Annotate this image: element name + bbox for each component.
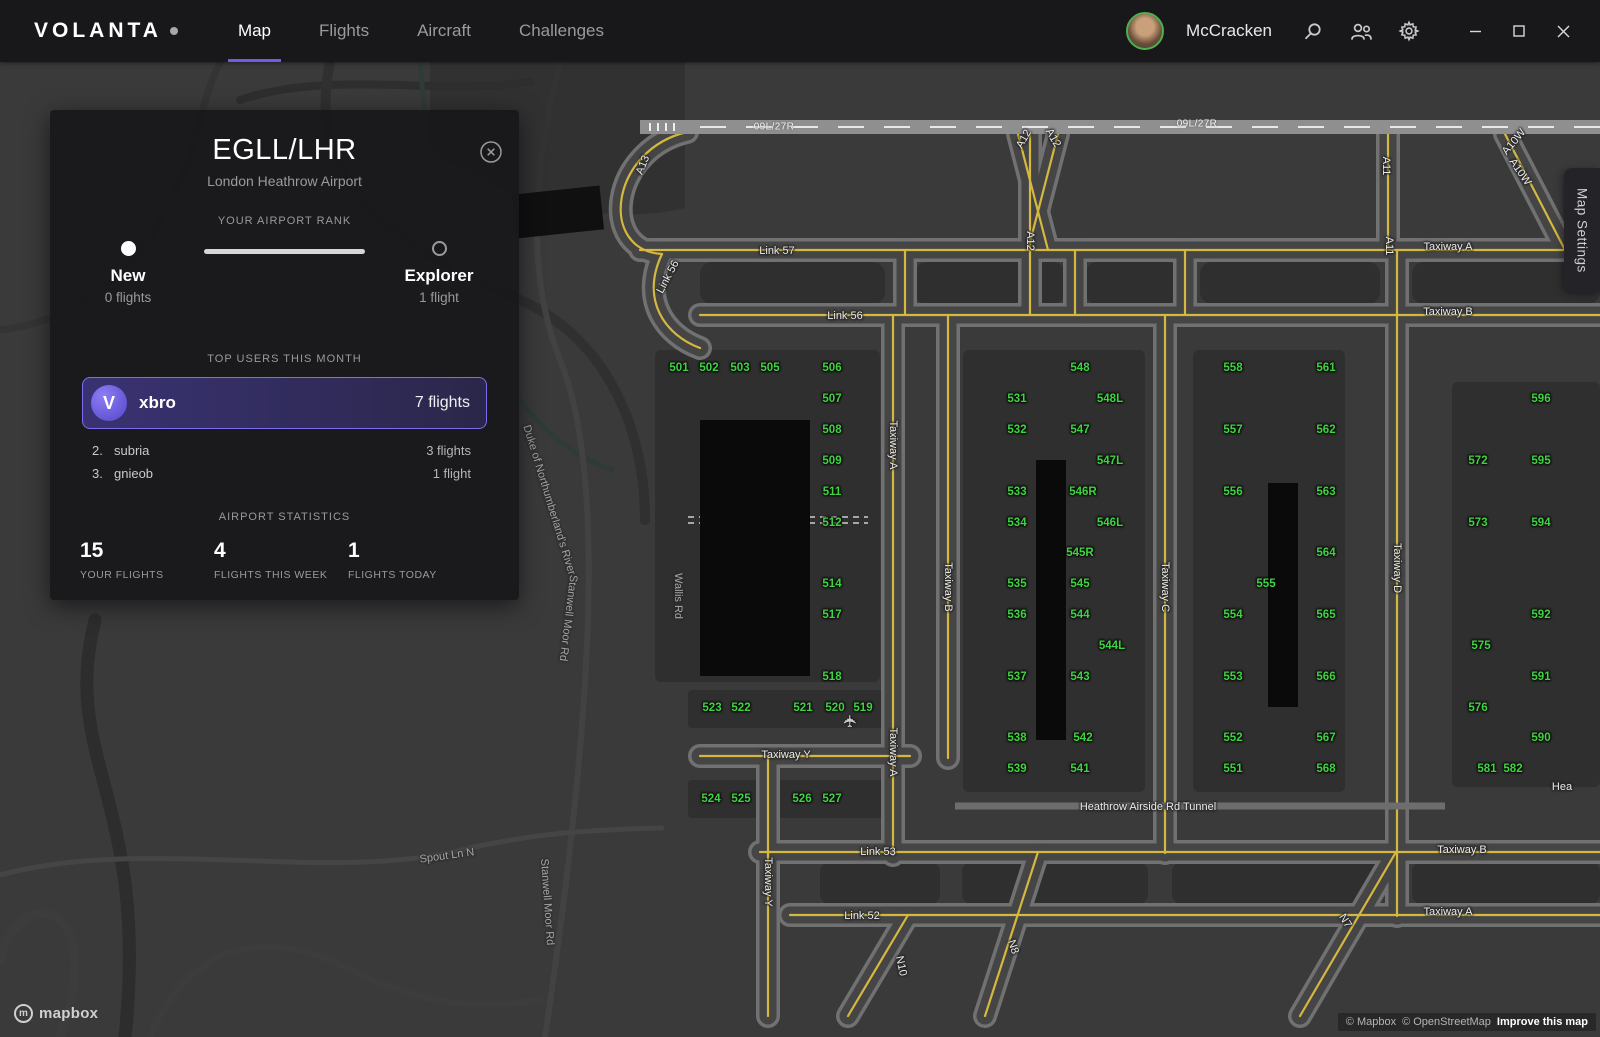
stats-title: AIRPORT STATISTICS xyxy=(50,511,519,523)
airport-full-name: London Heathrow Airport xyxy=(50,173,519,189)
airport-stats: 15 YOUR FLIGHTS4 FLIGHTS THIS WEEK1 FLIGHTS… xyxy=(80,539,519,581)
mapbox-icon: m xyxy=(14,1004,33,1023)
rank-current-label: New xyxy=(111,266,146,286)
user-flights: 1 flight xyxy=(433,466,471,481)
friends-icon[interactable] xyxy=(1348,18,1374,44)
stat-value: 1 xyxy=(348,539,482,563)
nav-item-challenges[interactable]: Challenges xyxy=(495,0,628,62)
user-name: subria xyxy=(114,443,149,458)
user-rank: 2. xyxy=(92,443,114,458)
airport-info-panel: EGLL/LHR London Heathrow Airport YOUR AI… xyxy=(50,110,519,600)
user-name: McCracken xyxy=(1186,21,1272,41)
volanta-logo: VOLANTA xyxy=(34,19,178,43)
map-settings-tab[interactable]: Map Settings xyxy=(1564,168,1600,292)
stat-label: FLIGHTS THIS WEEK xyxy=(214,569,348,581)
map-attribution: © Mapbox © OpenStreetMap Improve this ma… xyxy=(1338,1013,1596,1031)
rank-next-label: Explorer xyxy=(405,266,474,286)
improve-map-link[interactable]: Improve this map xyxy=(1497,1016,1588,1028)
top-users-list: 2.subria 3 flights 3.gnieob 1 flight xyxy=(82,439,487,485)
top-user-row[interactable]: 2.subria 3 flights xyxy=(82,439,487,462)
stat-label: FLIGHTS TODAY xyxy=(348,569,482,581)
close-window-icon[interactable] xyxy=(1546,16,1580,46)
mapbox-logo[interactable]: m mapbox xyxy=(14,1004,98,1023)
stat-value: 4 xyxy=(214,539,348,563)
nav-item-aircraft[interactable]: Aircraft xyxy=(393,0,495,62)
nav-item-map[interactable]: Map xyxy=(214,0,295,62)
user-avatar[interactable] xyxy=(1126,12,1164,50)
logo-text: VOLANTA xyxy=(34,19,162,43)
osm-attribution-link[interactable]: © OpenStreetMap xyxy=(1402,1016,1491,1028)
volanta-v-avatar-icon: V xyxy=(91,385,127,421)
user-name: gnieob xyxy=(114,466,153,481)
airport-code-title: EGLL/LHR xyxy=(50,134,519,167)
logo-dot-icon xyxy=(170,27,178,35)
stat-flights-this-week: 4 FLIGHTS THIS WEEK xyxy=(214,539,348,581)
window-controls xyxy=(1458,16,1580,46)
stat-flights-today: 1 FLIGHTS TODAY xyxy=(348,539,482,581)
top-user-flights: 7 flights xyxy=(415,394,470,412)
navbar-right: McCracken xyxy=(1126,12,1580,50)
user-rank: 3. xyxy=(92,466,114,481)
rank-section-title: YOUR AIRPORT RANK xyxy=(50,215,519,227)
rank-progress-line xyxy=(204,249,365,254)
map-settings-label: Map Settings xyxy=(1575,188,1590,273)
search-icon[interactable] xyxy=(1300,18,1326,44)
maximize-icon[interactable] xyxy=(1502,16,1536,46)
main-nav: MapFlightsAircraftChallenges xyxy=(214,0,628,62)
user-flights: 3 flights xyxy=(426,443,471,458)
rank-next-dot xyxy=(432,241,447,256)
top-user-name: xbro xyxy=(139,393,176,413)
nav-item-flights[interactable]: Flights xyxy=(295,0,393,62)
mapbox-wordmark: mapbox xyxy=(39,1005,98,1022)
aircraft-marker[interactable]: ✈ xyxy=(841,714,861,728)
stat-your-flights: 15 YOUR FLIGHTS xyxy=(80,539,214,581)
avatar-letter: V xyxy=(103,393,115,414)
mapbox-attribution-link[interactable]: © Mapbox xyxy=(1346,1016,1396,1028)
rank-current-flights: 0 flights xyxy=(105,290,152,305)
stat-label: YOUR FLIGHTS xyxy=(80,569,214,581)
top-user-row[interactable]: 3.gnieob 1 flight xyxy=(82,462,487,485)
rank-current-dot xyxy=(121,241,136,256)
airport-rank-progress: New 0 flights Explorer 1 flight xyxy=(88,241,481,327)
top-users-title: TOP USERS THIS MONTH xyxy=(50,353,519,365)
minimize-icon[interactable] xyxy=(1458,16,1492,46)
rank-next-flights: 1 flight xyxy=(419,290,459,305)
stat-value: 15 xyxy=(80,539,214,563)
settings-gear-icon[interactable] xyxy=(1396,18,1422,44)
top-user-first[interactable]: V xbro 7 flights xyxy=(82,377,487,429)
top-navbar: VOLANTA MapFlightsAircraftChallenges McC… xyxy=(0,0,1600,62)
panel-close-icon[interactable] xyxy=(479,140,503,164)
